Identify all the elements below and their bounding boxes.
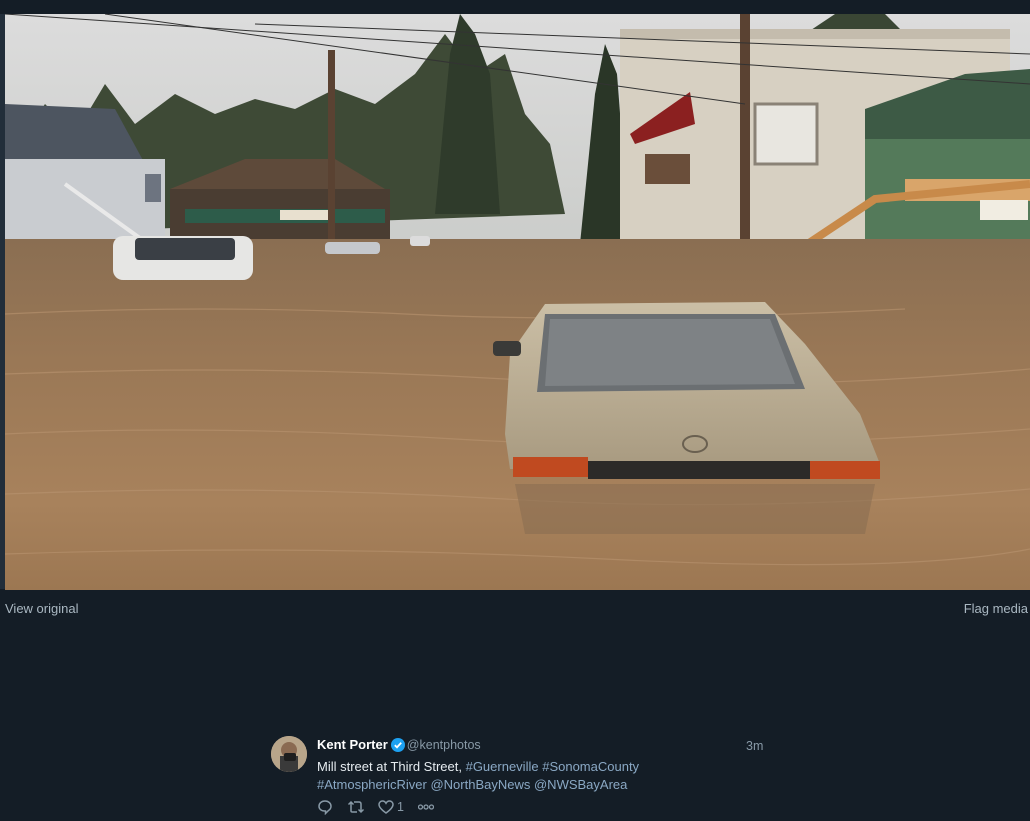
avatar[interactable] (271, 736, 307, 772)
tweet-body: Kent Porter @kentphotos 3m Mill street at… (317, 736, 767, 815)
more-button[interactable] (417, 803, 434, 811)
top-bar (0, 0, 1030, 14)
retweet-icon (347, 799, 365, 815)
verified-badge-icon (390, 738, 405, 757)
more-dots-icon (417, 803, 434, 811)
user-handle[interactable]: @kentphotos (407, 738, 481, 752)
tweet-timestamp[interactable]: 3m (746, 739, 763, 753)
mention-nwsbayarea[interactable]: @NWSBayArea (534, 777, 627, 792)
flag-media-link[interactable]: Flag media (964, 601, 1028, 616)
tweet-media-image[interactable] (5, 14, 1030, 590)
like-count: 1 (397, 800, 404, 814)
tweet-text: Mill street at Third Street, #Guernevill… (317, 758, 767, 794)
hashtag-sonomacounty[interactable]: #SonomaCounty (542, 759, 639, 774)
retweet-button[interactable] (347, 799, 365, 815)
tweet-text-lead: Mill street at Third Street, (317, 759, 466, 774)
reply-icon (317, 799, 333, 815)
hashtag-guerneville[interactable]: #Guerneville (466, 759, 539, 774)
heart-icon (378, 799, 394, 815)
tweet-actions: 1 (317, 799, 767, 815)
like-button[interactable]: 1 (378, 799, 404, 815)
mention-northbaynews[interactable]: @NorthBayNews (430, 777, 530, 792)
display-name[interactable]: Kent Porter (317, 737, 388, 752)
tweet-header: Kent Porter @kentphotos (317, 736, 767, 757)
hashtag-atmosphericriver[interactable]: #AtmosphericRiver (317, 777, 427, 792)
reply-button[interactable] (317, 799, 333, 815)
view-original-link[interactable]: View original (5, 601, 78, 616)
